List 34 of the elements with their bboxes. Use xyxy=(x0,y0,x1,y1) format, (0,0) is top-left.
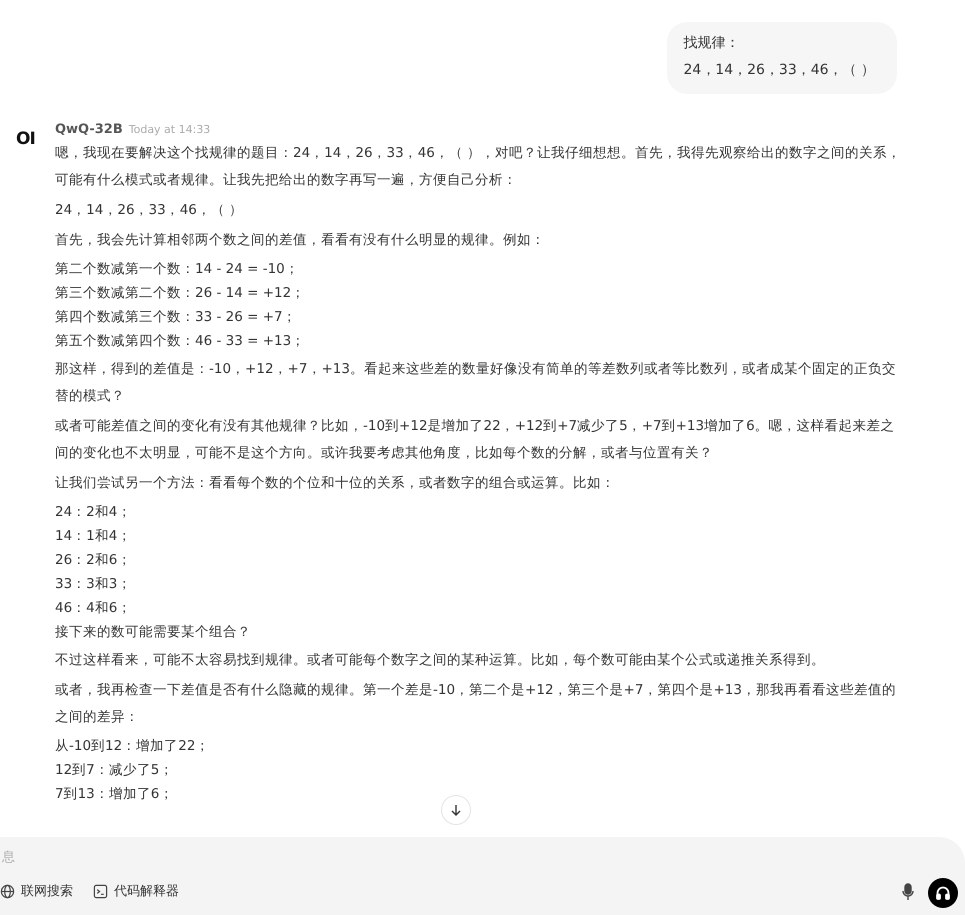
response-paragraph: 或者可能差值之间的变化有没有其他规律？比如，-10到+12是增加了22，+12到+7减少了5，+7到+13增加了6。嗯，这样看起来差之间的变化也不太明显，可能不是这个方向。或许我要考虑其他角度，比如每个数的分解，或者与位置有关？ xyxy=(55,417,896,463)
response-line: 26：2和6； xyxy=(55,551,132,570)
response-line: 46：4和6； xyxy=(55,599,132,618)
response-line: 12到7：减少了5； xyxy=(55,761,174,780)
response-line: 第四个数减第三个数：33 - 26 = +7； xyxy=(55,308,297,327)
response-line: 第二个数减第一个数：14 - 24 = -10； xyxy=(55,260,299,279)
user-message-bubble: 找规律： 24，14，26，33，46，（ ） xyxy=(667,22,897,94)
response-line: 从-10到12：增加了22； xyxy=(55,737,210,756)
terminal-icon xyxy=(93,884,108,898)
headphones-icon xyxy=(935,885,951,901)
response-line: 33：3和3； xyxy=(55,575,132,594)
response-line: 7到13：增加了6； xyxy=(55,785,174,804)
response-line: 14：1和4； xyxy=(55,527,132,546)
response-paragraph: 让我们尝试另一个方法：看看每个数的个位和十位的关系，或者数字的组合或运算。比如： xyxy=(55,474,616,493)
tool-button[interactable]: 联网搜索 xyxy=(0,882,73,900)
response-paragraph: 不过这样看来，可能不太容易找到规律。或者可能每个数字之间的某种运算。比如，每个数可能由某个公式或递推关系得到。 xyxy=(55,651,826,670)
response-paragraph: 24，14，26，33，46，（ ） xyxy=(55,201,244,220)
response-paragraph: 或者，我再检查一下差值是否有什么隐藏的规律。第一个差是-10，第二个是+12，第三个是+7，第四个是+13，那我再看看这些差值的之间的差异： xyxy=(55,681,897,727)
arrow-down-icon xyxy=(449,803,463,817)
response-paragraph: 首先，我会先计算相邻两个数之间的差值，看看有没有什么明显的规律。例如： xyxy=(55,231,546,250)
message-input[interactable]: 息 xyxy=(0,849,404,866)
response-paragraph: 那这样，得到的差值是：-10，+12，+7，+13。看起来这些差的数量好像没有简单的等差数列或者等比数列，或者成某个固定的正负交替的模式？ xyxy=(55,360,897,406)
response-paragraph: 嗯，我现在要解决这个找规律的题目：24，14，26，33，46，（ ），对吧？让我仔细想想。首先，我得先观察给出的数字之间的关系，可能有什么模式或者规律。让我先把给出的数字再写一遍，方便自己分析： xyxy=(55,144,902,190)
response-line: 第三个数减第二个数：26 - 14 = +12； xyxy=(55,284,306,303)
message-time: Today at 14:33 xyxy=(128,123,210,136)
response-line: 接下来的数可能需要某个组合？ xyxy=(55,623,251,642)
globe-icon xyxy=(0,884,15,898)
response-line: 24：2和4； xyxy=(55,503,132,522)
microphone-icon[interactable] xyxy=(902,883,914,901)
tool-button[interactable]: 代码解释器 xyxy=(93,882,179,900)
model-logo: OI xyxy=(16,129,36,151)
response-line: 第五个数减第四个数：46 - 33 = +13； xyxy=(55,332,306,351)
model-name: QwQ-32B xyxy=(55,122,123,137)
scroll-down-button[interactable] xyxy=(441,795,471,825)
